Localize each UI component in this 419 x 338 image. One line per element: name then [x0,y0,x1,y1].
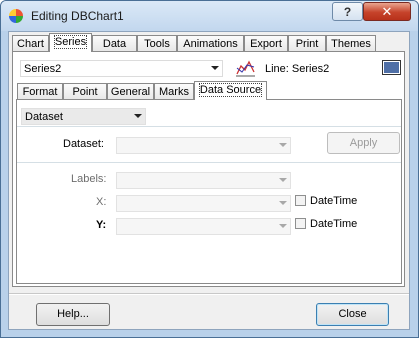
title-bar[interactable]: Editing DBChart1 ? ✕ [1,1,418,31]
divider [17,162,401,164]
subtab-format-label: Format [22,86,58,98]
apply-button[interactable]: Apply [327,132,400,154]
subtab-data-source[interactable]: Data Source [194,81,267,100]
tab-animations-label: Animations [183,38,238,50]
subtab-data-source-label: Data Source [198,83,263,97]
series-select-value: Series2 [24,63,62,75]
window-title: Editing DBChart1 [31,9,124,23]
tab-animations[interactable]: Animations [177,35,244,52]
line-series-icon [236,60,255,77]
y-label: Y: [96,219,107,231]
y-datetime-label: DateTime [310,218,358,230]
help-button[interactable]: Help... [36,303,110,326]
subtab-point-label: Point [72,86,98,98]
chevron-down-icon [211,66,219,70]
tab-export-label: Export [250,38,282,50]
tab-print-label: Print [295,38,319,50]
tab-series[interactable]: Series [49,33,92,52]
datasource-type-value: Dataset [25,111,63,123]
tab-print[interactable]: Print [288,35,326,52]
chevron-down-icon [279,178,287,182]
y-select[interactable] [116,218,291,235]
x-datetime-label: DateTime [310,195,358,207]
dialog-window: Editing DBChart1 ? ✕ Chart Series Data T… [0,0,419,338]
subtab-general-label: General [110,86,151,98]
title-close-button[interactable]: ✕ [363,2,411,21]
series-tab-page: Series2 Line: Series2 Format Point Gener… [12,51,405,287]
chevron-down-icon [279,143,287,147]
datasource-type-select[interactable]: Dataset [21,108,146,125]
series-color-swatch [384,62,399,73]
tab-tools-label: Tools [144,38,170,50]
divider [17,126,401,128]
labels-select[interactable] [116,172,291,189]
title-help-button[interactable]: ? [332,2,363,21]
tab-chart[interactable]: Chart [12,35,49,52]
chevron-down-icon [279,201,287,205]
y-datetime-checkbox[interactable] [295,218,306,229]
tab-themes[interactable]: Themes [326,35,376,52]
tab-data[interactable]: Data [92,35,137,52]
labels-label: Labels: [71,173,107,185]
series-type-label: Line: Series2 [265,63,330,75]
dialog-client-area: Chart Series Data Tools Animations Expor… [8,31,410,330]
tab-series-label: Series [53,35,88,49]
x-datetime-checkbox[interactable] [295,195,306,206]
tab-chart-label: Chart [17,38,44,50]
subtab-point[interactable]: Point [63,83,107,100]
x-label: X: [96,196,107,208]
x-select[interactable] [116,195,291,212]
subtab-general[interactable]: General [107,83,154,100]
footer-divider [9,293,409,295]
series-color-button[interactable] [382,60,401,75]
subtab-format[interactable]: Format [17,83,63,100]
dataset-label: Dataset: [63,138,104,150]
teechart-app-icon [9,9,23,23]
tab-data-label: Data [102,38,127,50]
tab-export[interactable]: Export [244,35,288,52]
series-select[interactable]: Series2 [20,60,223,77]
chevron-down-icon [134,114,142,118]
dataset-select[interactable] [116,137,291,154]
close-button[interactable]: Close [316,303,389,326]
tab-themes-label: Themes [331,38,371,50]
tab-tools[interactable]: Tools [137,35,177,52]
subtab-marks[interactable]: Marks [154,83,194,100]
chevron-down-icon [279,224,287,228]
data-source-page: Dataset Dataset: Apply Labels: X: DateTi… [16,99,402,284]
subtab-marks-label: Marks [159,86,189,98]
